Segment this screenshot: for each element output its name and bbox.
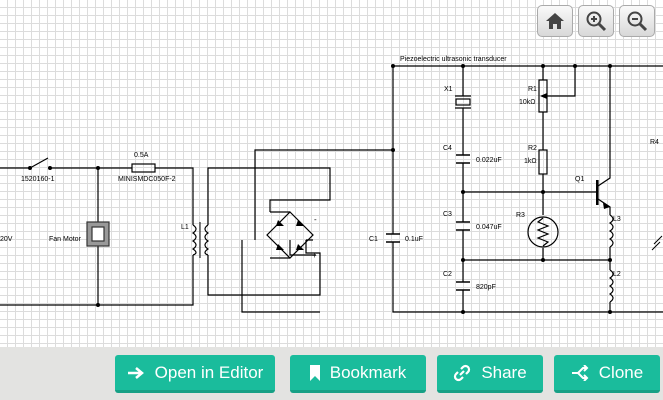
zoom-in-icon [586, 11, 607, 32]
r4-light-arrows [651, 235, 663, 251]
label-bridge-plus: + [312, 251, 317, 260]
label-fuse-rating: 0.5A [134, 152, 149, 159]
label-fan-motor: Fan Motor [49, 236, 82, 243]
c2-plates [456, 281, 470, 291]
wire [241, 240, 320, 313]
action-toolbar: Open in Editor Bookmark Share Clone [0, 347, 663, 400]
x1-body [455, 98, 471, 106]
r3-zigzag [536, 217, 550, 247]
zoom-in-button[interactable] [578, 5, 614, 37]
fork-icon [571, 364, 589, 381]
bookmark-button[interactable]: Bookmark [290, 355, 426, 393]
c3-plates [456, 221, 470, 231]
label-mains: 20V [0, 236, 13, 243]
zoom-out-button[interactable] [619, 5, 655, 37]
link-icon [453, 364, 471, 382]
label-c3-value: 0.047uF [476, 224, 502, 231]
arrow-right-icon [127, 366, 145, 380]
label-r2: R2 [528, 145, 537, 152]
label-l2: L2 [613, 271, 621, 278]
open-in-editor-button[interactable]: Open in Editor [115, 355, 275, 393]
schematic-canvas[interactable]: Piezoelectric ultrasonic transducer 1520… [0, 0, 663, 347]
label-c4-value: 0.022uF [476, 157, 502, 164]
label-r1: R1 [528, 86, 537, 93]
label-r1-value: 10kΩ [519, 99, 536, 106]
zoom-out-icon [627, 11, 648, 32]
label-c3: C3 [443, 211, 452, 218]
open-in-editor-label: Open in Editor [154, 362, 264, 382]
wire [597, 66, 611, 187]
label-bridge-minus: - [314, 215, 317, 224]
wire [207, 167, 331, 225]
fuse-body [131, 163, 156, 173]
r2-body [538, 149, 548, 175]
share-label: Share [481, 362, 527, 382]
wire [392, 242, 663, 313]
c1-plates [386, 233, 400, 243]
clone-button[interactable]: Clone [554, 355, 660, 393]
label-r3: R3 [516, 212, 525, 219]
wire [550, 66, 576, 97]
share-button[interactable]: Share [437, 355, 543, 393]
label-r4: R4 [650, 139, 659, 146]
bookmark-label: Bookmark [329, 362, 407, 382]
l1-secondary-coil [204, 224, 210, 256]
clone-label: Clone [598, 362, 644, 382]
label-c2: C2 [443, 271, 452, 278]
x1-plates [455, 95, 471, 109]
label-fuse-part: MINISMDC050F-2 [118, 176, 176, 183]
wire [0, 255, 194, 306]
label-c4: C4 [443, 145, 452, 152]
fan-motor-inner [91, 226, 105, 242]
wire [207, 240, 321, 296]
label-c2-value: 820pF [476, 284, 496, 291]
c4-plates [456, 154, 470, 164]
label-l3: L3 [613, 216, 621, 223]
home-icon [546, 13, 564, 29]
label-q1: Q1 [575, 176, 584, 183]
label-c1-value: 0.1uF [405, 236, 423, 243]
l1-primary-coil [191, 224, 197, 256]
label-l1: L1 [181, 224, 189, 231]
switch-lever [29, 157, 49, 169]
schematic-title: Piezoelectric ultrasonic transducer [400, 56, 507, 63]
bookmark-icon [309, 364, 320, 381]
label-c1: C1 [369, 236, 378, 243]
label-switch: 1520160-1 [21, 176, 55, 183]
circuit-schematic: Piezoelectric ultrasonic transducer 1520… [0, 56, 663, 314]
label-r2-value: 1kΩ [524, 158, 537, 165]
label-x1: X1 [444, 86, 453, 93]
home-button[interactable] [537, 5, 573, 37]
